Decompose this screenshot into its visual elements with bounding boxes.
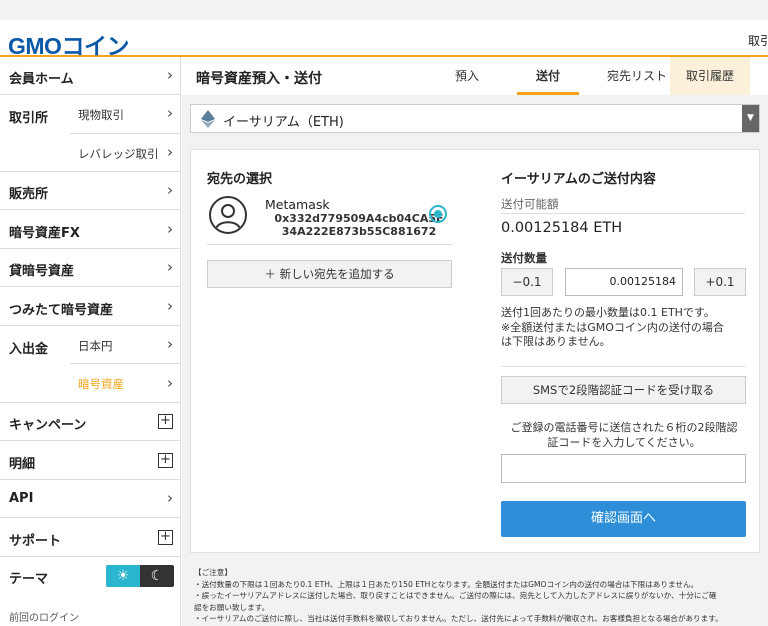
confirm-button[interactable]: 確認画面へ [501,501,746,537]
sidebar-item-campaign[interactable]: キャンペーン + [0,403,181,441]
sidebar-item-label: 貸暗号資産 [9,264,75,279]
note-line: 送付1回あたりの最小数量は0.1 ETHです。 [501,306,715,319]
verification-code-input[interactable] [501,454,746,483]
available-amount-value: 0.00125184 ETH [501,220,623,236]
sidebar-item-tsumitate[interactable]: つみたて暗号資産 › [0,287,181,326]
add-destination-button[interactable]: ＋ 新しい宛先を追加する [207,260,452,288]
destination-address-line1: 0x332d779509A4cb04CA5E [274,212,444,225]
page-titlebar: 暗号資産預入・送付 預入 送付 宛先リスト 取引履歴 [182,57,768,95]
note-line: は下限はありません。 [501,335,611,348]
expand-plus-icon[interactable]: + [158,530,173,545]
divider [501,213,745,214]
available-amount-label: 送付可能額 [501,197,559,211]
chevron-down-icon[interactable]: ▼ [742,105,759,132]
header-trade-link[interactable]: 取引 [748,32,768,49]
sidebar-item-jpy[interactable]: 日本円 › [70,326,181,364]
sidebar-item-theme: テーマ ☀ ☾ [0,557,181,595]
tab-deposit[interactable]: 預入 [442,57,492,95]
sidebar-item-support[interactable]: サポート + [0,518,181,557]
caution-notes: 【ご注意】 ・送付数量の下限は１回あたり0.1 ETH、上限は１日あたり150 … [194,567,766,625]
asset-select-value: イーサリアム（ETH) [223,115,344,130]
send-details-heading: イーサリアムのご送付内容 [501,172,656,187]
note-line: ※全額送付またはGMOコイン内の送付の場合 [501,320,724,334]
chevron-right-icon: › [167,297,173,315]
sun-icon[interactable]: ☀ [106,565,140,587]
sms-code-description: ご登録の電話番号に送信された６桁の2段階認 証コードを入力してください。 [501,420,747,450]
theme-toggle[interactable]: ☀ ☾ [106,565,174,587]
destination-address[interactable]: 0x332d779509A4cb04CA5E 34A222E873b55C881… [265,212,453,238]
sidebar-item-label: 会員ホーム [9,72,74,87]
app-header: GMOコイン 取引 [0,20,768,59]
browser-top-strip [0,0,768,20]
minimum-quantity-note: 送付1回あたりの最小数量は0.1 ETHです。 ※全額送付またはGMOコイン内の… [501,306,747,350]
sidebar-subitem-label: 現物取引 [78,108,124,122]
sidebar-subitem-label-active: 暗号資産 [78,377,124,391]
quantity-minus-button[interactable]: −0.1 [501,268,553,296]
sidebar-item-label: 販売所 [9,187,49,202]
sidebar-item-label: キャンペーン [9,418,87,433]
moon-icon[interactable]: ☾ [140,565,174,587]
sidebar-item-label: つみたて暗号資産 [9,303,114,318]
tab-history[interactable]: 取引履歴 [670,57,750,95]
chevron-right-icon: › [167,335,173,353]
notes-line: 認をお願い致します。 [194,602,270,612]
sidebar: 会員ホーム › 取引所 現物取引 › レバレッジ取引 › 販売所 › 暗号資産F… [0,57,181,626]
destination-name[interactable]: Metamask [265,197,330,212]
sidebar-item-statement[interactable]: 明細 + [0,441,181,480]
page-title: 暗号資産預入・送付 [196,71,322,87]
sidebar-subitem-label: レバレッジ取引 [78,147,159,161]
expand-plus-icon[interactable]: + [158,414,173,429]
tab-send[interactable]: 送付 [517,57,579,95]
quantity-input[interactable]: 0.00125184 [565,268,683,296]
expand-plus-icon[interactable]: + [158,453,173,468]
sidebar-item-leverage[interactable]: レバレッジ取引 › [70,134,181,172]
main-content: 暗号資産預入・送付 預入 送付 宛先リスト 取引履歴 イーサリアム（ETH) ▼… [182,57,768,626]
ethereum-icon [201,110,215,128]
chevron-right-icon: › [167,489,173,507]
chevron-right-icon: › [167,104,173,122]
notes-title: 【ご注意】 [194,568,232,577]
quantity-label: 送付数量 [501,251,547,265]
sidebar-item-crypto[interactable]: 暗号資産 › [70,364,181,403]
sidebar-subitem-label: 日本円 [78,339,113,353]
notes-line: ・誤ったイーサリアムアドレスに送付した場合、取り戻すことはできません。ご送付の際… [194,591,717,600]
sidebar-item-label: 取引所 [9,111,49,126]
sidebar-item-label: 明細 [9,457,36,472]
chevron-right-icon: › [167,374,173,392]
destination-radio[interactable] [429,205,447,223]
chevron-right-icon: › [167,181,173,199]
sidebar-item-label: 入出金 [9,342,49,357]
asset-select[interactable]: イーサリアム（ETH) ▼ [190,104,760,133]
sidebar-item-sales[interactable]: 販売所 › [0,172,181,210]
sidebar-item-label: 暗号資産FX [9,226,80,241]
user-avatar-icon [209,196,247,234]
sidebar-item-api[interactable]: API › [0,480,181,518]
destination-address-line2: 34A222E873b55C881672 [281,225,437,238]
notes-line: ・送付数量の下限は１回あたり0.1 ETH、上限は１日あたり150 ETHとなり… [194,579,699,589]
last-login-label: 前回のログイン [9,613,79,624]
sidebar-item-label: テーマ [9,572,49,587]
quantity-plus-button[interactable]: +0.1 [694,268,746,296]
sidebar-item-member-home[interactable]: 会員ホーム › [0,57,181,95]
chevron-right-icon: › [167,143,173,161]
chevron-right-icon: › [167,258,173,276]
sidebar-item-label: API [9,491,34,506]
sms-desc-line: 証コードを入力してください。 [547,436,701,449]
sidebar-item-crypto-fx[interactable]: 暗号資産FX › [0,210,181,249]
divider [207,244,452,245]
sms-desc-line: ご登録の電話番号に送信された６桁の2段階認 [510,421,738,434]
tab-destination-list[interactable]: 宛先リスト [592,57,682,95]
sidebar-item-lending[interactable]: 貸暗号資産 › [0,249,181,287]
sidebar-item-label: サポート [9,534,62,549]
notes-line: ・イーサリアムのご送付に際し、当社は送付手数料を徴収しておりません。ただし、送付… [194,614,723,623]
chevron-right-icon: › [167,220,173,238]
sidebar-item-spot[interactable]: 現物取引 › [70,95,181,134]
destination-heading: 宛先の選択 [207,172,273,187]
send-form-card: 宛先の選択 Metamask 0x332d779509A4cb04CA5E 34… [190,149,760,553]
divider [501,366,745,367]
chevron-right-icon: › [167,66,173,84]
sms-code-button[interactable]: SMSで2段階認証コードを受け取る [501,376,746,404]
gmo-coin-logo[interactable]: GMOコイン [8,27,129,61]
